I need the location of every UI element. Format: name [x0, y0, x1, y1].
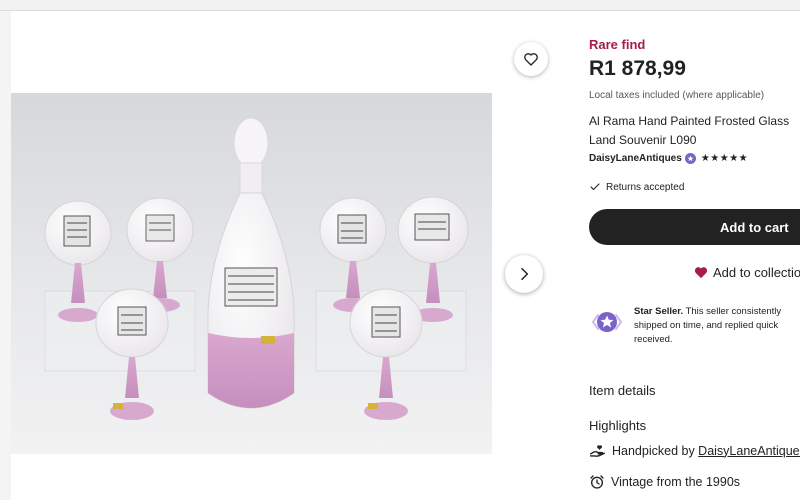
star-seller-info: Star Seller. This seller consistently sh… — [589, 305, 800, 350]
returns-text: Returns accepted — [606, 181, 685, 193]
rating-stars[interactable]: ★★★★★ — [701, 153, 748, 164]
star-seller-badge-icon — [684, 153, 696, 164]
shop-name-link[interactable]: DaisyLaneAntiques — [589, 153, 682, 164]
star-seller-text: Star Seller. This seller consistently sh… — [634, 305, 781, 347]
rare-find-label: Rare find — [589, 37, 646, 52]
handpicked-text: Handpicked by DaisyLaneAntiques — [612, 444, 800, 458]
add-to-cart-button[interactable]: Add to cart — [589, 209, 800, 245]
star-seller-line2: shipped on time, and replied quick — [634, 320, 779, 331]
alarm-clock-icon — [590, 475, 604, 489]
vintage-text: Vintage from the 1990s — [611, 475, 741, 489]
listing-photo[interactable] — [11, 93, 492, 454]
hand-heart-icon — [590, 445, 605, 457]
returns-row: Returns accepted — [589, 181, 684, 193]
shop-row: DaisyLaneAntiques ★★★★★ — [589, 153, 748, 164]
add-to-collection-label: Add to collection — [713, 265, 800, 280]
handpicked-shop-link[interactable]: DaisyLaneAntiques — [698, 444, 800, 458]
favorite-button[interactable] — [514, 42, 548, 76]
star-seller-icon — [592, 312, 622, 332]
highlights-heading: Highlights — [589, 418, 647, 433]
handpicked-row: Handpicked by DaisyLaneAntiques — [589, 443, 800, 458]
star-seller-label: Star Seller. — [634, 306, 684, 317]
handpicked-prefix: Handpicked by — [612, 443, 699, 458]
add-to-cart-label: Add to cart — [720, 220, 789, 235]
chevron-right-icon — [521, 267, 529, 281]
next-image-button[interactable] — [505, 255, 543, 293]
checkmark-icon — [590, 183, 600, 191]
add-to-collection-button[interactable]: Add to collection — [693, 265, 800, 280]
listing-info-panel: Rare find R1 878,99 Local taxes included… — [589, 0, 800, 500]
title-line-2: Land Souvenir L090 — [589, 133, 697, 147]
taxes-note: Local taxes included (where applicable) — [589, 90, 765, 101]
star-seller-line3: received. — [634, 334, 673, 345]
heart-filled-icon — [694, 267, 708, 279]
title-line-1: Al Rama Hand Painted Frosted Glass — [589, 114, 790, 128]
item-details-heading[interactable]: Item details — [589, 383, 655, 398]
star-seller-line1: This seller consistently — [683, 306, 782, 317]
vintage-row: Vintage from the 1990s — [589, 474, 740, 490]
left-gutter — [0, 11, 11, 500]
heart-outline-icon — [524, 53, 538, 66]
price: R1 878,99 — [589, 57, 686, 80]
listing-title: Al Rama Hand Painted Frosted Glass Land … — [589, 112, 789, 150]
